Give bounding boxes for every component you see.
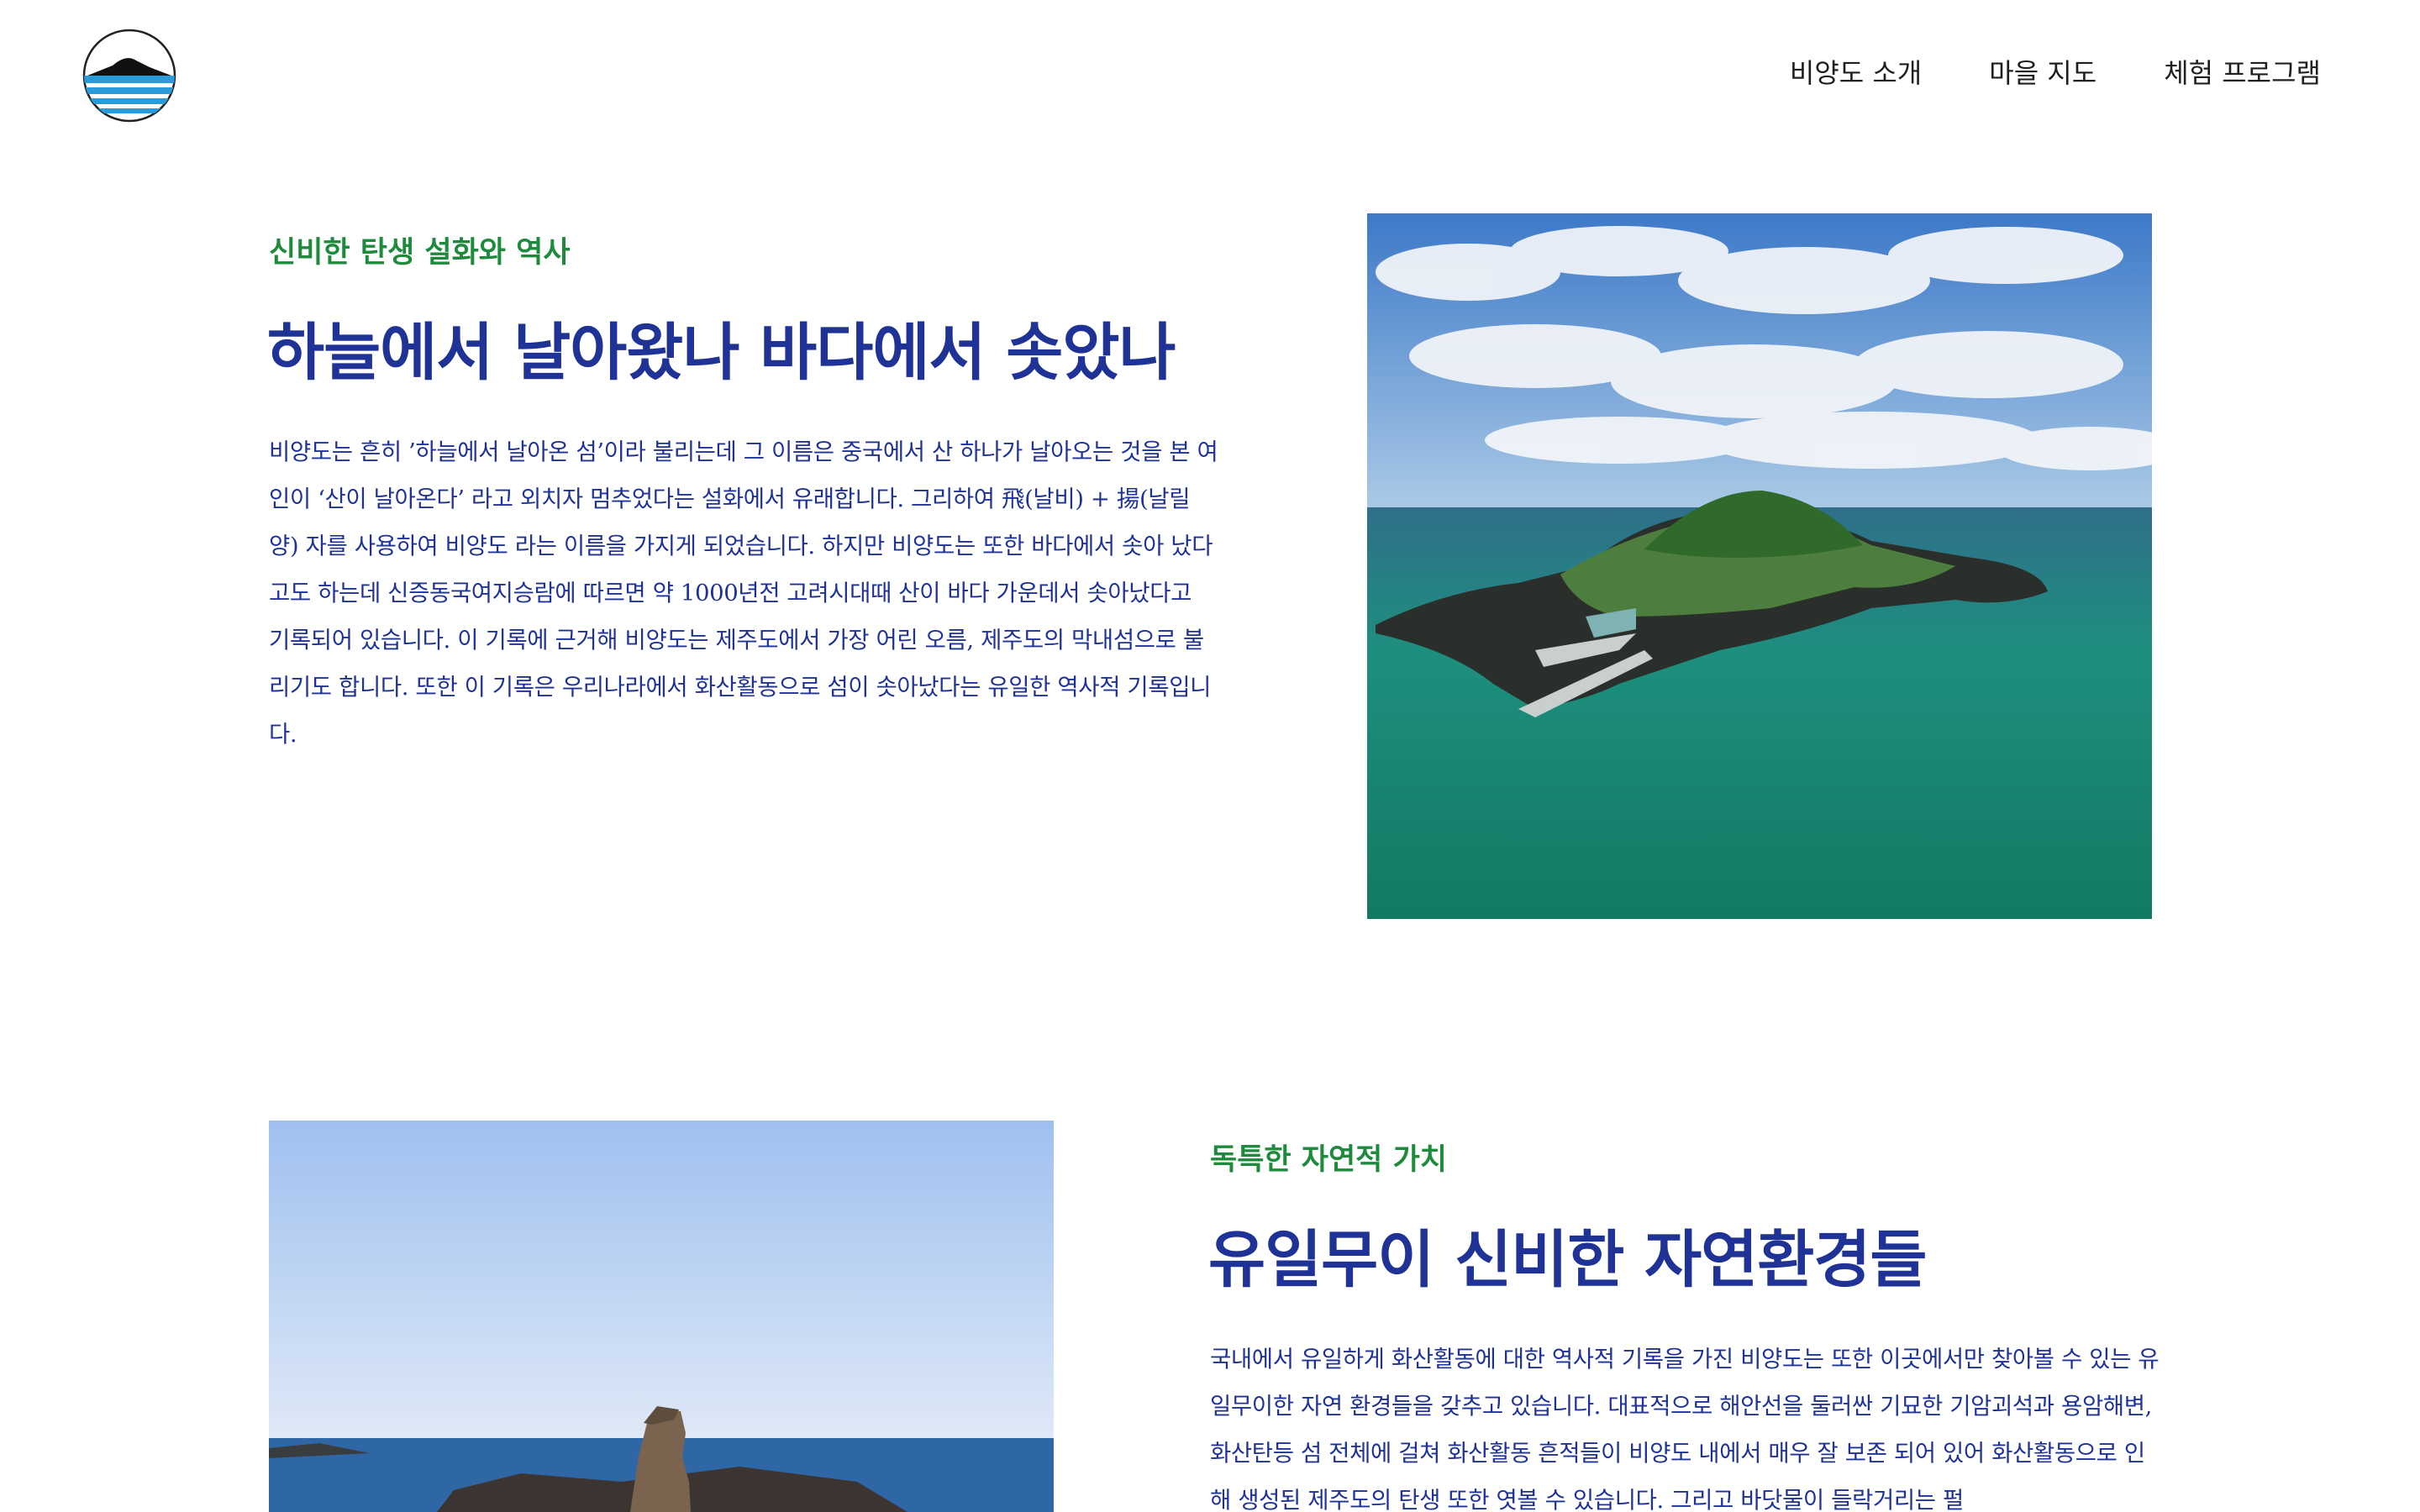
section2-eyebrow: 독특한 자연적 가치 [1210,1143,1447,1177]
island-aerial-photo [1367,213,2152,919]
section2-body: 국내에서 유일하게 화산활동에 대한 역사적 기록을 가진 비양도는 또한 이곳… [1210,1346,2160,1512]
section2-title: 유일무이 신비한 자연환경들 [1208,1224,1927,1296]
section1-title: 하늘에서 날아왔나 바다에서 솟았나 [267,317,1176,389]
nav-link-programs[interactable]: 체험 프로그램 [2164,52,2321,91]
coastal-rock-photo [269,1121,1054,1512]
section1-body: 비양도는 흔히 ’하늘에서 날아온 섬’이라 불리는데 그 이름은 중국에서 산… [269,438,1218,748]
main-nav: 비양도 소개 마을 지도 체험 프로그램 [1790,52,2321,91]
page: 비양도 소개 마을 지도 체험 프로그램 신비한 탄생 설화와 역사 하늘에서 … [0,0,2420,1512]
nav-link-map[interactable]: 마을 지도 [1989,52,2096,91]
nav-link-intro[interactable]: 비양도 소개 [1790,52,1922,91]
island-logo-icon[interactable] [82,29,176,123]
section1-eyebrow: 신비한 탄생 설화와 역사 [269,236,571,270]
